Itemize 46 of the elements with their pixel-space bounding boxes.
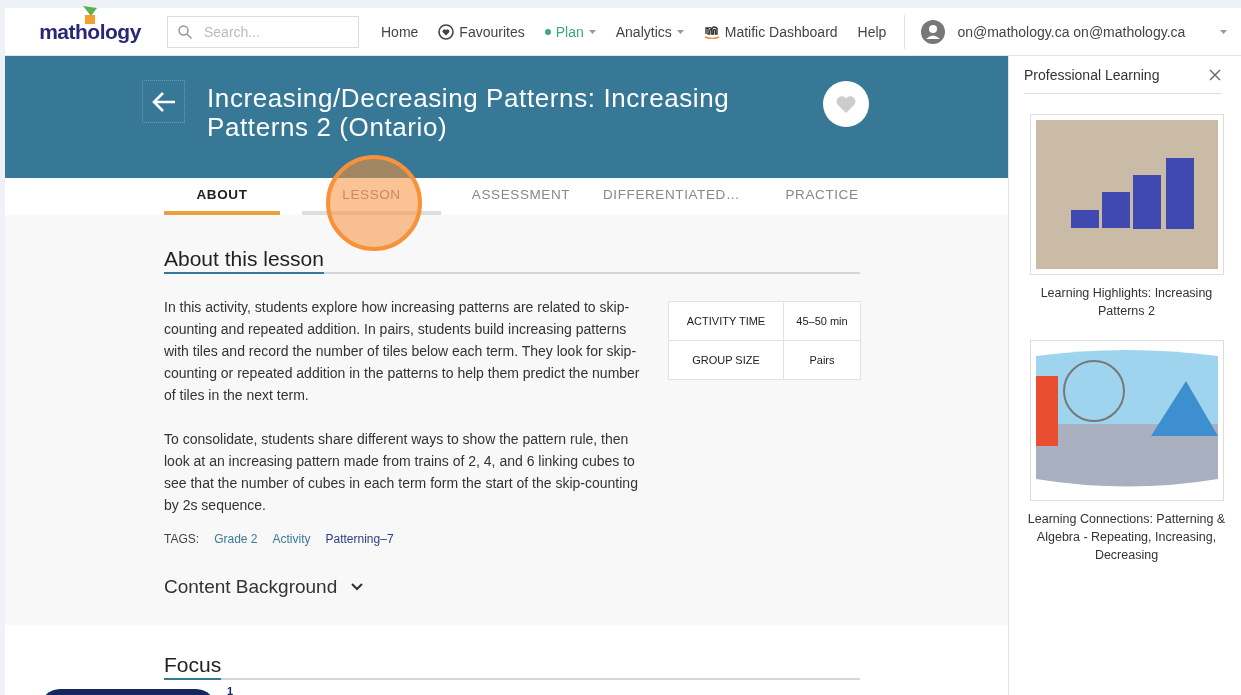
nav-link[interactable]: Matific Dashboard bbox=[693, 23, 848, 40]
caret-icon bbox=[588, 29, 596, 34]
table-cell: 45–50 min bbox=[783, 301, 861, 341]
table-cell: GROUP SIZE bbox=[668, 340, 784, 380]
tab[interactable]: DIFFERENTIATED… bbox=[601, 178, 742, 215]
content-background-toggle[interactable]: Content Background bbox=[164, 576, 364, 598]
tab[interactable]: ASSESSMENT bbox=[463, 178, 579, 215]
card-caption: Learning Connections: Patterning & Algebra - Repeating, Increasing, Decreasing bbox=[1026, 511, 1227, 564]
nav-link[interactable]: Home bbox=[371, 23, 429, 40]
tag-link[interactable]: Patterning–7 bbox=[325, 532, 394, 546]
caret-icon bbox=[676, 29, 684, 34]
lesson-title: Increasing/Decreasing Patterns: Increasing Patterns 2 (Ontario) bbox=[207, 84, 731, 142]
cube-icon bbox=[81, 5, 99, 26]
nav-link[interactable]: Analytics bbox=[605, 23, 694, 40]
avatar-icon bbox=[921, 19, 946, 44]
search-input[interactable]: Search... bbox=[202, 22, 342, 41]
tag-link[interactable]: Grade 2 bbox=[214, 532, 258, 546]
close-icon bbox=[1209, 68, 1221, 81]
back-arrow-icon bbox=[151, 90, 176, 113]
tab[interactable]: PRACTICE bbox=[764, 178, 880, 215]
nav-link[interactable]: Help bbox=[847, 23, 897, 40]
active-dot-icon bbox=[544, 28, 551, 35]
favourite-button[interactable] bbox=[823, 81, 869, 127]
chevron-icon bbox=[351, 583, 364, 591]
logo-text[interactable]: mathology bbox=[39, 19, 141, 44]
paragraph: To consolidate, students share different ways to show the pattern rule, then look at an increasing pattern made from trains of 2, 4, and 6 linking cubes to see that the number of cubes in each term form the start of the skip-counting by 2s sequence. bbox=[164, 430, 639, 515]
heart-icon bbox=[835, 94, 857, 114]
tag-link[interactable]: Activity bbox=[272, 532, 311, 546]
paragraph: In this activity, students explore how increasing patterns are related to skip-counting and repeated addition. In pairs, students build increasing patterns with tiles and record the number of tiles below each term. They look for skip-counting or repeated addition in the patterns to help them predict the number of tiles in the next term. bbox=[164, 298, 640, 405]
section-heading: Focus bbox=[164, 653, 222, 680]
resource-card[interactable]: Learning Highlights: Increasing Patterns 2 bbox=[1024, 114, 1229, 320]
back-button[interactable] bbox=[142, 80, 185, 123]
panel-title: Professional Learning bbox=[1024, 66, 1160, 83]
caret-icon bbox=[1220, 29, 1227, 34]
user-menu[interactable]: on@mathology.ca on@mathology.ca bbox=[913, 19, 1194, 44]
nav-link[interactable]: Favourites bbox=[428, 23, 535, 40]
tags-label: TAGS: bbox=[164, 532, 200, 546]
m-logo-icon bbox=[703, 24, 720, 39]
card-caption: Learning Highlights: Increasing Patterns 2 bbox=[1039, 285, 1214, 320]
table-cell: Pairs bbox=[783, 340, 861, 380]
search-field[interactable]: Search... bbox=[167, 15, 359, 48]
table-cell: ACTIVITY TIME bbox=[668, 301, 784, 341]
section-heading: About this lesson bbox=[164, 247, 324, 274]
close-button[interactable] bbox=[1209, 68, 1221, 81]
search-icon bbox=[178, 24, 192, 39]
resource-card[interactable]: Learning Connections: Patterning & Algebra - Repeating, Increasing, Decreasing bbox=[1024, 340, 1229, 564]
